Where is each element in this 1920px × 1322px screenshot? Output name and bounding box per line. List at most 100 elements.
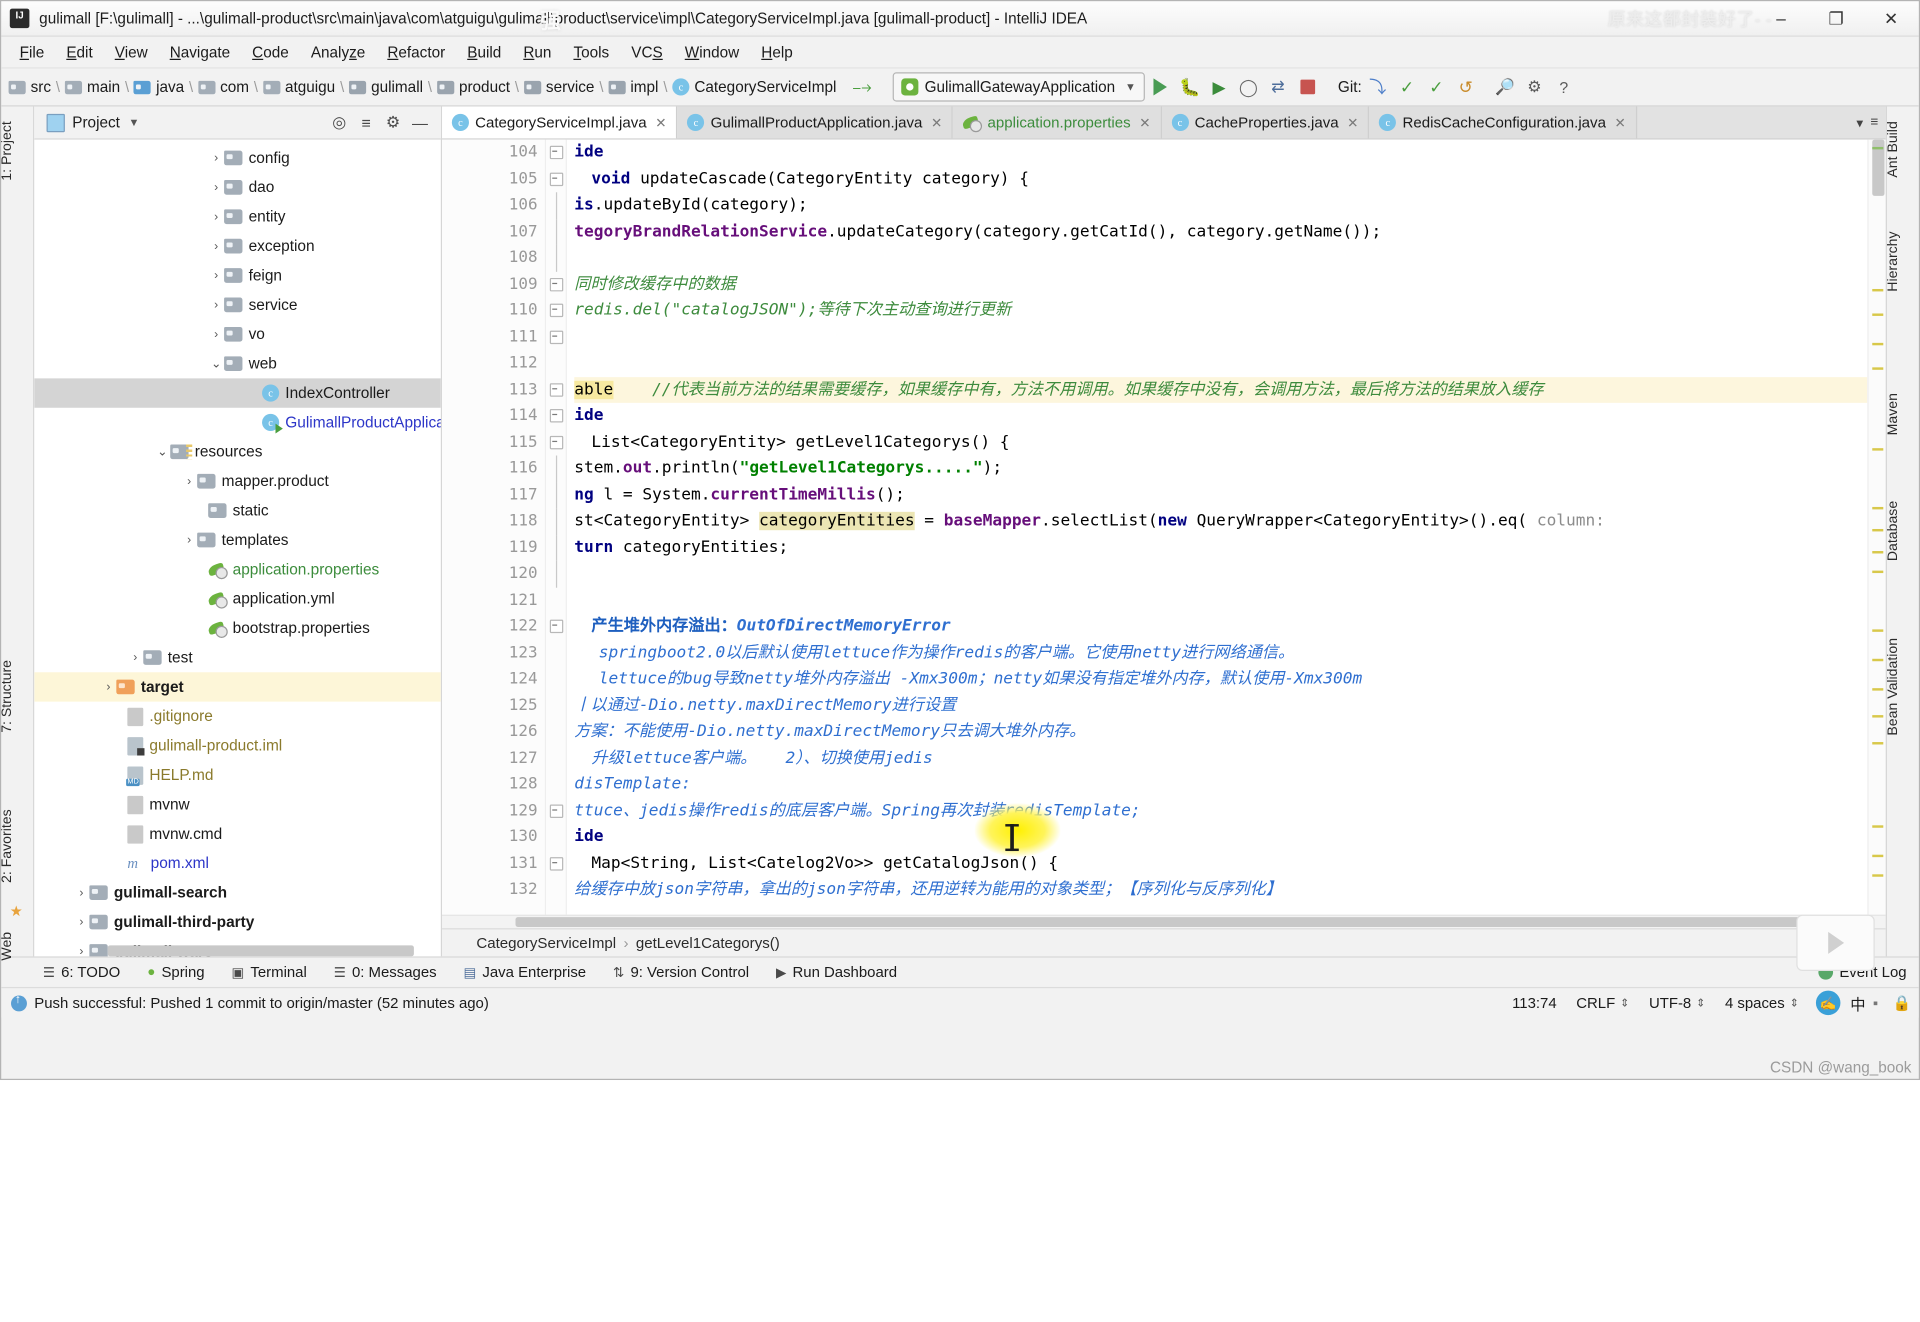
git-update-button[interactable]: ⤵ <box>1364 73 1391 100</box>
maximize-button[interactable]: ❐ <box>1809 1 1864 35</box>
tree-item-gulimall-third-party[interactable]: › gulimall-third-party <box>34 907 441 936</box>
menu-file[interactable]: File <box>9 40 56 64</box>
close-icon[interactable]: ✕ <box>1615 114 1626 131</box>
git-push-button[interactable]: ✓ <box>1423 73 1450 100</box>
scroll-from-source-icon[interactable]: ◎ <box>326 109 353 136</box>
indent-setting[interactable]: 4 spaces ⇕ <box>1725 994 1799 1011</box>
chevron-right-icon[interactable]: › <box>181 474 197 487</box>
fold-marker[interactable] <box>546 429 566 455</box>
marker-stripe[interactable] <box>1872 874 1884 877</box>
tree-item-resources[interactable]: ⌄ resources <box>34 437 441 466</box>
tool-window-messages[interactable]: ☰ 0: Messages <box>334 964 437 981</box>
fold-marker[interactable] <box>546 140 566 166</box>
minimize-button[interactable]: – <box>1753 1 1808 35</box>
marker-stripe[interactable] <box>1872 742 1884 745</box>
tree-item-mvnw-cmd[interactable]: mvnw.cmd <box>34 819 441 848</box>
fold-marker[interactable] <box>546 271 566 297</box>
chevron-right-icon[interactable]: › <box>208 181 224 194</box>
breadcrumb-item-gulimall[interactable]: gulimall <box>371 78 423 95</box>
collapse-all-icon[interactable]: ≡ <box>353 109 380 136</box>
sidebar-tab-hierarchy[interactable]: Hierarchy <box>1886 227 1918 297</box>
fold-marker[interactable] <box>546 403 566 429</box>
marker-stripe[interactable] <box>1872 658 1884 662</box>
tree-item-pom-xml[interactable]: m pom.xml <box>34 849 441 878</box>
editor-marker-scrollbar[interactable] <box>1867 139 1886 915</box>
chevron-right-icon[interactable]: › <box>208 328 224 341</box>
tab-cacheproperties[interactable]: c CacheProperties.java ✕ <box>1161 106 1370 139</box>
breadcrumb-item-com[interactable]: com <box>220 78 249 95</box>
project-tree[interactable]: › config › dao › entity › exception › fe… <box>34 140 441 957</box>
ime-logo-icon[interactable]: ✍ <box>1815 990 1841 1016</box>
close-icon[interactable]: ✕ <box>1347 114 1358 131</box>
marker-stripe[interactable] <box>1872 629 1884 632</box>
menu-help[interactable]: Help <box>750 40 804 64</box>
menu-vcs[interactable]: VCS <box>620 40 674 64</box>
close-button[interactable]: ✕ <box>1864 1 1919 35</box>
marker-stripe[interactable] <box>1872 854 1884 858</box>
marker-stripe[interactable] <box>1872 506 1884 510</box>
file-encoding[interactable]: UTF-8 ⇕ <box>1649 994 1705 1011</box>
chevron-right-icon[interactable]: › <box>208 298 224 311</box>
fold-marker[interactable] <box>546 377 566 403</box>
tab-list-icon[interactable]: ▾ <box>1856 114 1863 131</box>
fold-marker[interactable] <box>546 298 566 324</box>
menu-window[interactable]: Window <box>674 40 751 64</box>
tree-item-application-properties[interactable]: application.properties <box>34 555 441 584</box>
tool-window-spring[interactable]: ● Spring <box>147 964 204 981</box>
chevron-down-icon[interactable]: ⌄ <box>154 445 170 458</box>
fold-marker[interactable] <box>546 798 566 824</box>
marker-stripe[interactable] <box>1872 825 1884 828</box>
profile-button[interactable]: ◯ <box>1235 73 1262 100</box>
tree-item-help-md[interactable]: HELP.md <box>34 760 441 789</box>
marker-stripe[interactable] <box>1872 342 1884 346</box>
video-player-badge[interactable] <box>1796 914 1875 972</box>
run-button[interactable] <box>1147 73 1174 100</box>
breadcrumb-item-src[interactable]: src <box>31 78 51 95</box>
chevron-down-icon[interactable]: ⌄ <box>208 357 224 370</box>
debug-button[interactable]: 🐛 <box>1176 73 1203 100</box>
git-commit-button[interactable]: ✓ <box>1394 73 1421 100</box>
horizontal-scrollbar-thumb[interactable] <box>515 917 1814 927</box>
line-separator[interactable]: CRLF ⇕ <box>1576 994 1629 1011</box>
tree-item-target[interactable]: › target <box>34 672 441 702</box>
settings-button[interactable]: ⚙ <box>1521 73 1548 100</box>
chevron-right-icon[interactable]: › <box>73 945 89 957</box>
breadcrumb-item-service[interactable]: service <box>546 78 594 95</box>
tree-item-config[interactable]: › config <box>34 143 441 172</box>
settings-gear-icon[interactable]: ⚙ <box>380 109 407 136</box>
menu-tools[interactable]: Tools <box>562 40 620 64</box>
tree-item-entity[interactable]: › entity <box>34 202 441 231</box>
sidebar-tab-web[interactable]: Web <box>1 927 32 966</box>
sidebar-tab-bean-validation[interactable]: Bean Validation <box>1886 633 1918 740</box>
run-configuration-selector[interactable]: GulimallGatewayApplication ▼ <box>892 72 1145 102</box>
marker-stripe[interactable] <box>1872 688 1884 691</box>
marker-stripe[interactable] <box>1872 715 1884 718</box>
tree-item-templates[interactable]: › templates <box>34 525 441 554</box>
editor-gutter[interactable]: 104 105 106 107 108 109 110 111 112 113 … <box>442 139 547 915</box>
code-folding-column[interactable] <box>546 139 567 915</box>
tool-window-terminal[interactable]: ▣ Terminal <box>232 964 307 981</box>
menu-view[interactable]: View <box>104 40 159 64</box>
chevron-right-icon[interactable]: › <box>127 651 143 664</box>
menu-build[interactable]: Build <box>456 40 512 64</box>
marker-stripe[interactable] <box>1872 146 1884 150</box>
tree-item-mvnw[interactable]: mvnw <box>34 790 441 819</box>
caret-position[interactable]: 113:74 <box>1512 994 1557 1011</box>
tree-item-static[interactable]: static <box>34 496 441 525</box>
chevron-right-icon[interactable]: › <box>208 239 224 252</box>
code-text-area[interactable]: ide void updateCascade(CategoryEntity ca… <box>567 140 1868 915</box>
menu-navigate[interactable]: Navigate <box>159 40 241 64</box>
ime-options-icon[interactable]: ▪ <box>1873 994 1878 1011</box>
sidebar-tab-ant-build[interactable]: Ant Build <box>1886 116 1918 182</box>
chevron-right-icon[interactable]: › <box>73 915 89 928</box>
breadcrumb-item-atguigu[interactable]: atguigu <box>285 78 335 95</box>
sidebar-tab-favorites[interactable]: 2: Favorites <box>1 804 32 887</box>
tab-categoryserviceimpl[interactable]: c CategoryServiceImpl.java ✕ <box>442 106 678 139</box>
chevron-right-icon[interactable]: › <box>181 533 197 546</box>
build-hammer-icon[interactable]: ⤍ <box>849 73 876 100</box>
tab-split-icon[interactable]: ≡ <box>1871 115 1879 130</box>
marker-stripe[interactable] <box>1872 367 1884 370</box>
menu-refactor[interactable]: Refactor <box>376 40 456 64</box>
close-icon[interactable]: ✕ <box>655 114 666 131</box>
tab-rediscacheconfiguration[interactable]: c RedisCacheConfiguration.java ✕ <box>1369 106 1637 139</box>
